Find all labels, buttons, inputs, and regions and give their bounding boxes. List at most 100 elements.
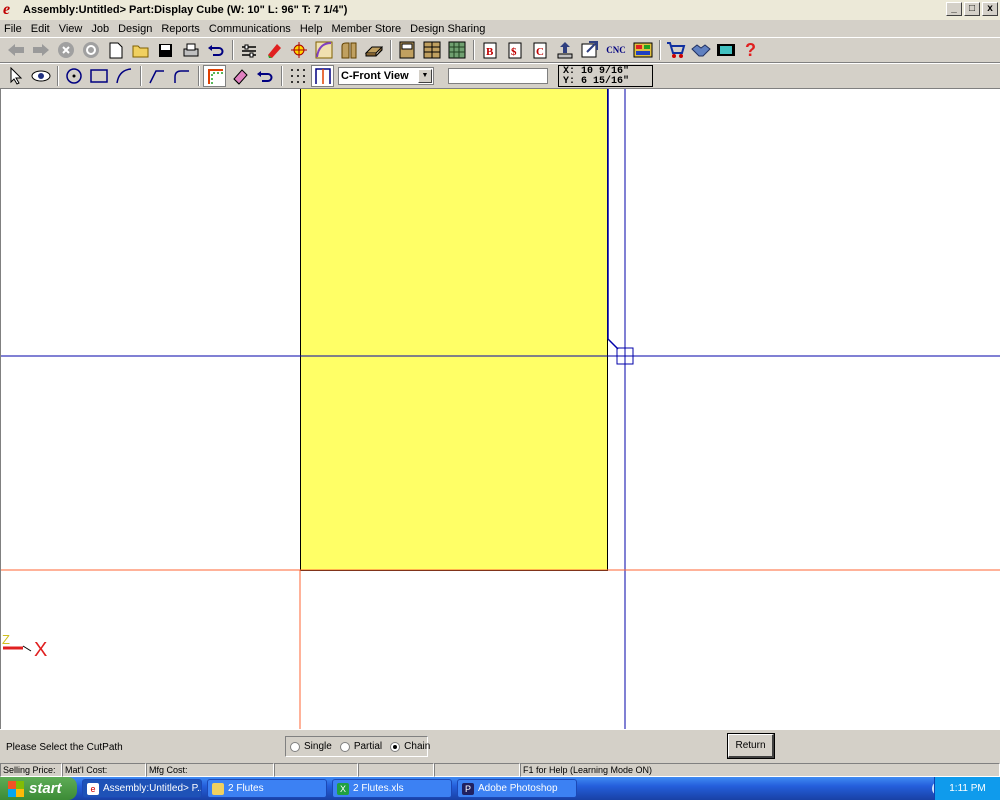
board-icon[interactable] [362, 39, 385, 61]
save-icon[interactable] [154, 39, 177, 61]
radio-dot[interactable] [290, 741, 300, 752]
toolbar-separator [232, 40, 234, 60]
radio-partial[interactable]: Partial [339, 741, 383, 752]
molding-icon[interactable] [337, 39, 360, 61]
radio-partial-label: Partial [353, 741, 383, 752]
menu-design[interactable]: Design [118, 23, 152, 35]
task-photoshop[interactable]: P Adobe Photoshop [457, 779, 577, 798]
menu-communications[interactable]: Communications [209, 23, 291, 35]
cabinets-icon[interactable] [420, 39, 443, 61]
help-hint: F1 for Help (Learning Mode ON) [520, 763, 1000, 777]
task-label: 2 Flutes.xls [353, 783, 404, 794]
tool-icon[interactable] [287, 39, 310, 61]
axis-label-z: Z [2, 632, 10, 647]
help-icon[interactable]: ? [739, 39, 762, 61]
undo-icon[interactable] [253, 65, 276, 87]
eraser-icon[interactable] [228, 65, 251, 87]
clock: 1:11 PM [949, 783, 986, 794]
radio-chain-label: Chain [404, 741, 431, 752]
new-document-icon[interactable] [104, 39, 127, 61]
menu-edit[interactable]: Edit [31, 23, 50, 35]
selling-price: Selling Price: [0, 763, 62, 777]
grid-icon[interactable] [445, 39, 468, 61]
back-arrow-icon[interactable] [4, 39, 27, 61]
excel-icon: X [337, 782, 349, 795]
radio-chain[interactable]: Chain [390, 741, 430, 752]
axis-label-x: X [34, 639, 48, 661]
windows-logo-icon [8, 780, 24, 797]
status-cell-empty [434, 763, 520, 777]
rectangle-icon[interactable] [87, 65, 110, 87]
C-report-icon[interactable]: C [528, 39, 551, 61]
handshake-icon[interactable] [689, 39, 712, 61]
B-report-icon[interactable]: B [478, 39, 501, 61]
task-assembly[interactable]: e Assembly:Untitled> P... [82, 779, 202, 798]
corner-border-icon[interactable] [203, 65, 226, 87]
toolbar-separator [390, 40, 392, 60]
radio-single[interactable]: Single [290, 741, 332, 752]
status-cell-empty [358, 763, 434, 777]
corner-icon[interactable] [170, 65, 193, 87]
toolbar-separator [281, 66, 283, 86]
prompt-text: Please Select the CutPath [6, 742, 123, 753]
grid-dots-icon[interactable] [286, 65, 309, 87]
menu-design-sharing[interactable]: Design Sharing [410, 23, 485, 35]
drawing-canvas[interactable]: X Z [0, 89, 1000, 729]
circle-icon[interactable] [62, 65, 85, 87]
toolbar-separator [198, 66, 200, 86]
value-input[interactable] [448, 68, 548, 84]
start-button[interactable]: start [0, 777, 77, 800]
title-bar: e Assembly:Untitled> Part:Display Cube (… [0, 0, 1000, 20]
pointer-icon[interactable] [4, 65, 27, 87]
film-icon[interactable] [714, 39, 737, 61]
toolbar-separator [140, 66, 142, 86]
coord-y: Y: 6 15/16" [563, 76, 630, 87]
chevron-down-icon[interactable]: ▼ [418, 69, 432, 83]
radio-dot[interactable] [339, 741, 350, 752]
eye-icon[interactable] [29, 65, 52, 87]
return-button[interactable]: Return [727, 733, 775, 759]
status-bar: Selling Price: Mat'l Cost: Mfg Cost: F1 … [0, 763, 1000, 777]
menu-file[interactable]: File [4, 23, 22, 35]
export-icon[interactable] [553, 39, 576, 61]
matl-cost: Mat'l Cost: [62, 763, 146, 777]
view-select-value: C-Front View [341, 70, 409, 82]
paint-icon[interactable] [262, 39, 285, 61]
radio-dot-selected[interactable] [390, 741, 401, 752]
minimize-button[interactable]: _ [946, 2, 962, 16]
cnc-icon[interactable]: CNC [603, 39, 629, 61]
print-icon[interactable] [179, 39, 202, 61]
line-icon[interactable] [145, 65, 168, 87]
close-button[interactable]: x [982, 2, 998, 16]
open-folder-icon[interactable] [129, 39, 152, 61]
task-flutes-xls[interactable]: X 2 Flutes.xls [332, 779, 452, 798]
task-label: Assembly:Untitled> P... [103, 783, 202, 794]
import-icon[interactable] [578, 39, 601, 61]
restore-button[interactable]: □ [964, 2, 980, 16]
dollar-report-icon[interactable]: $ [503, 39, 526, 61]
refresh-icon[interactable] [79, 39, 102, 61]
palette-icon[interactable] [631, 39, 654, 61]
window-controls: _ □ x [946, 2, 998, 16]
cutpath-icon[interactable] [311, 65, 334, 87]
forward-arrow-icon[interactable] [29, 39, 52, 61]
cutpath-line [607, 89, 619, 350]
menu-help[interactable]: Help [300, 23, 323, 35]
cut-mode-group: Single Partial Chain [285, 736, 430, 757]
menu-job[interactable]: Job [91, 23, 109, 35]
settings-icon[interactable] [237, 39, 260, 61]
arc-icon[interactable] [112, 65, 135, 87]
curve-icon[interactable] [312, 39, 335, 61]
menu-view[interactable]: View [59, 23, 83, 35]
photoshop-icon: P [462, 782, 474, 795]
undo-icon[interactable] [204, 39, 227, 61]
view-select[interactable]: C-Front View ▼ [338, 67, 434, 85]
menu-reports[interactable]: Reports [161, 23, 200, 35]
stop-icon[interactable] [54, 39, 77, 61]
main-toolbar: B $ C CNC ? [0, 37, 1000, 63]
menu-member-store[interactable]: Member Store [331, 23, 401, 35]
cabinet-icon[interactable] [395, 39, 418, 61]
task-flutes-folder[interactable]: 2 Flutes [207, 779, 327, 798]
cart-icon[interactable] [664, 39, 687, 61]
toolbar-separator [659, 40, 661, 60]
